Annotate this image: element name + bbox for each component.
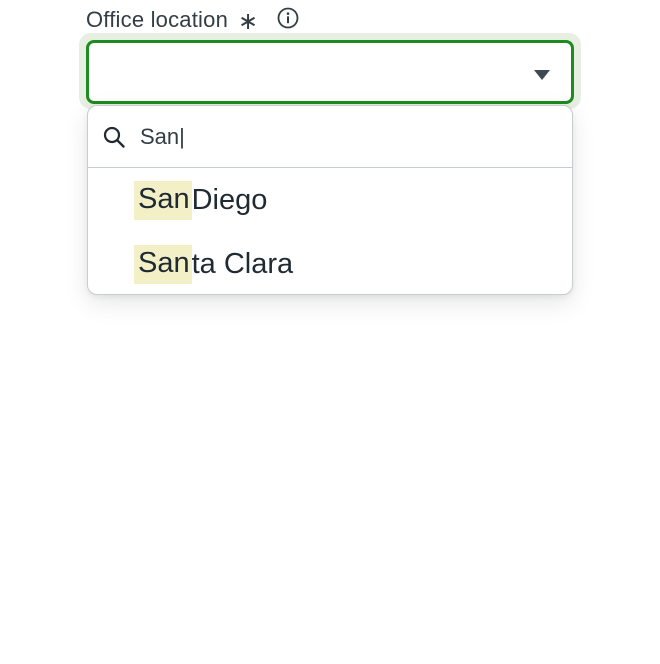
option-label-rest: ta Clara xyxy=(191,247,294,280)
option-match-highlight: San xyxy=(134,180,192,220)
option-list: San Diego San ta Clara xyxy=(88,168,572,294)
option-label-rest: Diego xyxy=(191,183,268,216)
office-location-field: Office location ∗ San| San Diego San ta … xyxy=(0,0,660,664)
search-input[interactable] xyxy=(140,119,540,155)
caret-down-icon xyxy=(533,68,551,80)
option-match-highlight: San xyxy=(134,244,192,284)
dropdown-menu: San Diego Santa Clara xyxy=(87,105,573,295)
option-santa-clara[interactable]: San ta Clara xyxy=(88,232,572,294)
required-indicator: ∗ xyxy=(238,7,259,35)
office-location-select[interactable] xyxy=(86,40,574,104)
info-icon[interactable] xyxy=(276,6,300,30)
field-label: Office location xyxy=(86,7,229,32)
field-label-row: Office location ∗ xyxy=(86,4,300,36)
option-san-diego[interactable]: San Diego xyxy=(88,168,572,232)
search-icon xyxy=(102,125,126,149)
search-row xyxy=(88,106,572,168)
